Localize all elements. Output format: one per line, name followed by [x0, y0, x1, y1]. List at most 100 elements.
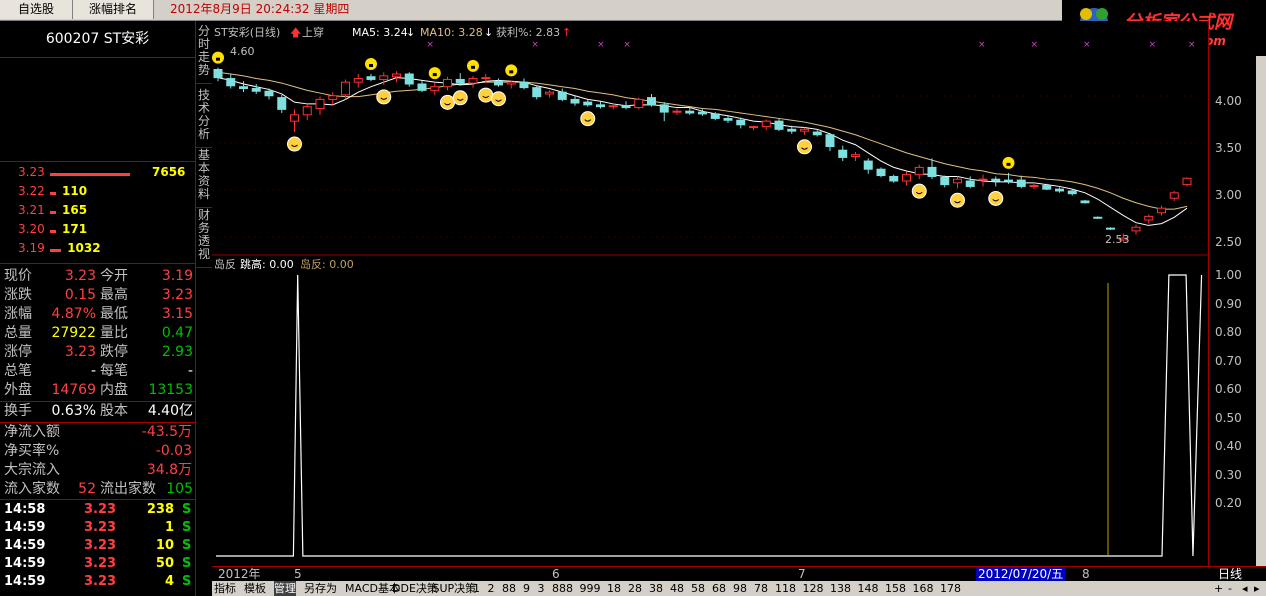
smile-face-icon [988, 190, 1004, 206]
cross-marker-icon: × [978, 40, 986, 50]
toolbar-item[interactable]: 88 [502, 581, 516, 596]
toolbar-item[interactable]: 68 [712, 581, 726, 596]
cross-marker-icon: × [1188, 40, 1196, 50]
candle-body [1067, 190, 1077, 195]
toolbar-item[interactable]: 38 [649, 581, 663, 596]
candle-body [889, 175, 899, 182]
toolbar-item[interactable]: 158 [885, 581, 906, 596]
toolbar-item[interactable]: 98 [733, 581, 747, 596]
date-month-8: 8 [1082, 567, 1090, 581]
candle-body [978, 178, 988, 181]
toolbar-item[interactable]: 另存为 [304, 581, 337, 596]
period-label[interactable]: 日线 [1218, 567, 1242, 582]
candle-body [876, 168, 886, 177]
quote-row: 净流入额 -43.5万 [0, 423, 195, 442]
toolbar-item[interactable]: 58 [691, 581, 705, 596]
date-month-7: 7 [798, 567, 806, 581]
label-net-buy-rate: 净买率% [4, 443, 60, 459]
smile-face-icon [478, 87, 494, 103]
candle-body [443, 78, 452, 88]
alert-face-icon [428, 67, 441, 80]
smile-face-icon [376, 89, 392, 105]
price-tick: 4.00 [1215, 94, 1242, 108]
toolbar-item[interactable]: 118 [775, 581, 796, 596]
label-outer: 外盘 [4, 382, 32, 398]
date-cursor: 2012/07/20/五 [976, 567, 1066, 582]
toolbar-item[interactable]: 148 [858, 581, 879, 596]
toolbar-item[interactable]: 48 [670, 581, 684, 596]
toolbar-item[interactable]: 28 [628, 581, 642, 596]
zoom-out-icon[interactable]: - [1228, 581, 1232, 596]
toolbar-item[interactable]: 管理 [274, 581, 296, 596]
toolbar-item[interactable]: 指标 [214, 581, 236, 596]
zoom-in-icon[interactable]: + [1214, 581, 1223, 596]
trade-row: 14:58 3.23 238 S [0, 501, 195, 519]
trade-time: 14:59 [4, 556, 46, 571]
smile-face-icon [491, 91, 506, 107]
candle-body [545, 91, 554, 95]
toolbar-item[interactable]: 3 [538, 581, 545, 596]
trade-vol: 4 [164, 574, 174, 589]
trade-time: 14:59 [4, 538, 46, 553]
toolbar-item[interactable]: 18 [607, 581, 621, 596]
candle-body [239, 86, 248, 90]
toolbar-item[interactable]: SUP决策 [433, 581, 477, 596]
scroll-left-icon[interactable]: ◂ [1242, 581, 1248, 596]
indicator-name: 岛反 [214, 257, 236, 271]
candle-body [659, 104, 669, 113]
toolbar-item[interactable]: 999 [580, 581, 601, 596]
toolbar-item[interactable]: 2 [488, 581, 495, 596]
bid-price: 3.19 [18, 241, 45, 255]
bid-volume: 7656 [152, 165, 186, 179]
toolbar-item[interactable]: 888 [552, 581, 573, 596]
divider [0, 263, 195, 264]
candle-body [264, 90, 274, 97]
tab-gainers[interactable]: 涨幅排名 [73, 0, 154, 19]
value-volume-ratio: 0.47 [161, 325, 193, 341]
value-net-buy-rate: -0.03 [155, 443, 192, 459]
price-axis: 4.00 3.50 3.00 2.50 1.00 0.90 0.80 0.70 0.60 0.5… [1208, 21, 1257, 566]
label-turnover: 换手 [4, 403, 32, 419]
cross-marker-icon: × [531, 40, 539, 50]
candle-body [1131, 226, 1141, 232]
toolbar-item[interactable]: 78 [754, 581, 768, 596]
date-month-6: 6 [552, 567, 560, 581]
tab-fundamental[interactable]: 基本资料 [196, 149, 212, 208]
tab-technical[interactable]: 技术分析 [196, 89, 212, 148]
candle-body [519, 81, 529, 89]
toolbar-item[interactable]: 1 [473, 581, 480, 596]
candle-body [685, 110, 695, 114]
value-open: 3.19 [161, 268, 193, 284]
bottom-toolbar: 指标 模板 管理 另存为 MACD基本 DDE决策 SUP决策 1 2 88 9 3 888 999 18 2… [212, 581, 1266, 596]
right-toolbar-strip[interactable] [1256, 56, 1266, 596]
candle-body [953, 178, 962, 184]
candle-body [302, 106, 312, 116]
toolbar-item[interactable]: 9 [523, 581, 530, 596]
trade-time: 14:58 [4, 502, 46, 517]
candle-body [1055, 188, 1064, 192]
toolbar-item[interactable]: DDE决策 [392, 581, 438, 596]
tab-watchlist[interactable]: 自选股 [0, 0, 73, 19]
candle-body [672, 110, 682, 113]
zoom-controls[interactable]: + - ◂ ▸ [1210, 581, 1266, 596]
down-arrow-icon: ↓ [406, 26, 415, 39]
kline-chart[interactable]: × × × × × × × × × ST安彩(日线) 🡅 上穿 MA5: 3.24 ↓ MA10… [212, 21, 1208, 566]
price-tick: 3.50 [1215, 141, 1242, 155]
quote-row: 总量 27922 量比 0.47 [0, 324, 195, 343]
quote-row: 总笔 - 每笔 - [0, 362, 195, 381]
indicator-tick: 0.90 [1215, 296, 1242, 311]
trade-side: S [182, 520, 192, 535]
scroll-right-icon[interactable]: ▸ [1254, 581, 1260, 596]
label-high: 最高 [100, 287, 128, 303]
bid-price: 3.21 [18, 203, 45, 217]
toolbar-item[interactable]: 168 [913, 581, 934, 596]
toolbar-item[interactable]: 模板 [244, 581, 266, 596]
value-per-trade: - [187, 363, 193, 379]
quote-panel: 600207 ST安彩 3.23 7656 3.22 110 3.21 165 3.20 17… [0, 21, 196, 596]
toolbar-item[interactable]: 178 [940, 581, 961, 596]
tab-financial[interactable]: 财务透视 [196, 209, 212, 268]
tab-intraday[interactable]: 分时走势 [196, 25, 212, 84]
toolbar-item[interactable]: 138 [830, 581, 851, 596]
toolbar-item[interactable]: 128 [803, 581, 824, 596]
candle-body [430, 86, 440, 91]
